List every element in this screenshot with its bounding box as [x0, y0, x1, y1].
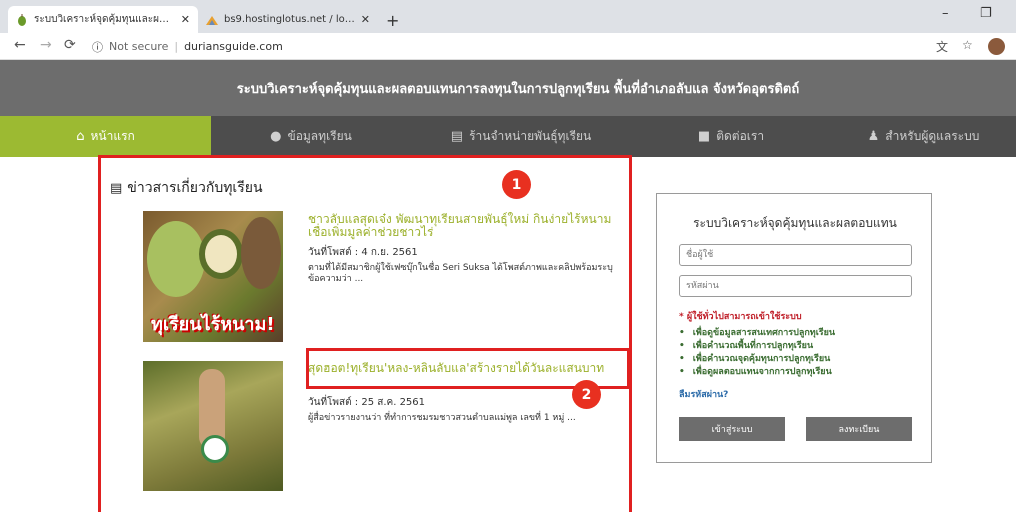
article-thumbnail[interactable] — [143, 361, 283, 491]
news-heading: ▤ ข่าวสารเกี่ยวกับทุเรียน — [110, 177, 263, 199]
nav-item-shops[interactable]: ▤ ร้านจำหน่ายพันธุ์ทุเรียน — [411, 116, 631, 157]
nav-item-admin[interactable]: ♟ สำหรับผู้ดูแลระบบ — [831, 116, 1016, 157]
list-item: เพื่อคำนวณจุดคุ้มทุนการปลูกทุเรียน — [679, 353, 919, 366]
site-title: ระบบวิเคราะห์จุดคุ้มทุนและผลตอบแทนการลงท… — [236, 81, 800, 97]
forgot-password-link[interactable]: ลืมรหัสผ่าน? — [679, 387, 728, 401]
thumbnail-caption: ทุเรียนไร้หนาม! — [151, 314, 275, 335]
tab-close-icon[interactable]: ✕ — [181, 13, 190, 26]
tab-title: ระบบวิเคราะห์จุดคุ้มทุนและผลตอบแทน — [34, 14, 175, 25]
phpmyadmin-favicon-icon — [206, 15, 218, 25]
bookmark-star-icon[interactable]: ☆ — [962, 38, 973, 52]
admin-icon: ♟ — [867, 129, 880, 144]
register-button[interactable]: ลงทะเบียน — [806, 417, 912, 441]
browser-tab[interactable]: bs9.hostinglotus.net / localhost / ✕ — [198, 6, 378, 33]
article-summary: ผู้สื่อข่าวรายงานว่า ที่ทำการชมรมชาวสวนต… — [308, 413, 576, 423]
article-date: วันที่โพสต์ : 4 ก.ย. 2561 — [308, 247, 418, 258]
article-thumbnail[interactable]: ทุเรียนไร้หนาม! — [143, 211, 283, 342]
restore-button[interactable]: ❐ — [980, 6, 992, 21]
password-input[interactable] — [679, 275, 912, 297]
shop-icon: ▤ — [450, 129, 464, 144]
login-notice: * ผู้ใช้ทั่วไปสามารถเข้าใช้ระบบ — [679, 312, 802, 322]
minimize-button[interactable]: – — [942, 6, 949, 21]
article-summary: ตามที่ได้มีสมาชิกผู้ใช้เฟซบุ๊กในชื่อ Ser… — [308, 263, 613, 284]
new-tab-button[interactable]: + — [386, 11, 399, 30]
site-header: ระบบวิเคราะห์จุดคุ้มทุนและผลตอบแทนการลงท… — [0, 60, 1016, 116]
login-button[interactable]: เข้าสู่ระบบ — [679, 417, 785, 441]
username-input[interactable] — [679, 244, 912, 266]
annotation-badge-2: 2 — [572, 380, 601, 409]
list-item: เพื่อดูข้อมูลสารสนเทศการปลูกทุเรียน — [679, 327, 919, 340]
login-panel: ระบบวิเคราะห์จุดคุ้มทุนและผลตอบแทน * ผู้… — [656, 193, 932, 463]
address-bar[interactable]: ⓘ Not secure | duriansguide.com — [92, 36, 932, 57]
browser-tab-strip: ระบบวิเคราะห์จุดคุ้มทุนและผลตอบแทน ✕ bs9… — [0, 0, 1016, 33]
home-icon: ⌂ — [76, 129, 85, 144]
tab-title: bs9.hostinglotus.net / localhost / — [224, 14, 355, 25]
back-arrow-icon[interactable]: ← — [14, 37, 26, 53]
list-item: เพื่อดูผลตอบแทนจากการปลูกทุเรียน — [679, 366, 919, 379]
address-separator: | — [174, 40, 179, 53]
main-nav: ⌂ หน้าแรก ● ข้อมูลทุเรียน ▤ ร้านจำหน่ายพ… — [0, 116, 1016, 157]
list-item: เพื่อคำนวณพื้นที่การปลูกทุเรียน — [679, 340, 919, 353]
nav-item-label: ติดต่อเรา — [716, 129, 765, 143]
feature-list: เพื่อดูข้อมูลสารสนเทศการปลูกทุเรียน เพื่… — [679, 327, 919, 379]
browser-tab-active[interactable]: ระบบวิเคราะห์จุดคุ้มทุนและผลตอบแทน ✕ — [8, 6, 198, 33]
nav-item-label: หน้าแรก — [90, 129, 135, 143]
durian-favicon-icon — [18, 13, 26, 26]
security-label: Not secure — [109, 40, 169, 53]
news-icon: ▤ — [110, 180, 123, 196]
nav-item-contact[interactable]: ■ ติดต่อเรา — [631, 116, 831, 157]
nav-item-durian-info[interactable]: ● ข้อมูลทุเรียน — [211, 116, 411, 157]
profile-avatar[interactable] — [988, 38, 1005, 55]
nav-item-home[interactable]: ⌂ หน้าแรก — [0, 116, 211, 157]
nav-item-label: สำหรับผู้ดูแลระบบ — [885, 129, 980, 143]
forward-arrow-icon[interactable]: → — [40, 37, 52, 53]
url-text: duriansguide.com — [184, 40, 283, 53]
chat-icon: ■ — [697, 129, 711, 144]
browser-toolbar: ← → ⟳ ⓘ Not secure | duriansguide.com 文 … — [0, 33, 1016, 60]
translate-icon[interactable]: 文 — [936, 38, 948, 55]
info-icon[interactable]: ⓘ — [92, 39, 103, 55]
durian-icon: ● — [270, 129, 282, 144]
reload-icon[interactable]: ⟳ — [64, 37, 76, 53]
nav-item-label: ร้านจำหน่ายพันธุ์ทุเรียน — [469, 129, 592, 143]
annotation-badge-1: 1 — [502, 170, 531, 199]
nav-item-label: ข้อมูลทุเรียน — [287, 129, 352, 143]
tab-close-icon[interactable]: ✕ — [361, 13, 370, 26]
news-heading-label: ข่าวสารเกี่ยวกับทุเรียน — [127, 180, 263, 196]
article-date: วันที่โพสต์ : 25 ส.ค. 2561 — [308, 397, 426, 408]
login-title: ระบบวิเคราะห์จุดคุ้มทุนและผลตอบแทน — [693, 216, 897, 230]
article-title-link[interactable]: ชาวลับแลสุดเจ๋ง พัฒนาทุเรียนสายพันธุ์ใหม… — [308, 213, 620, 239]
